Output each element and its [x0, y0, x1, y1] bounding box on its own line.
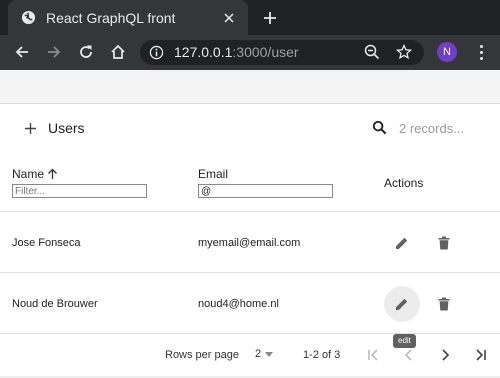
home-icon [111, 44, 125, 59]
edit-button[interactable] [384, 286, 420, 322]
first-page-button[interactable] [363, 346, 383, 364]
info-icon[interactable] [148, 44, 165, 61]
last-page-button[interactable] [471, 346, 491, 364]
reload-icon [80, 45, 92, 58]
browser-tabstrip: React GraphQL front [0, 0, 500, 35]
caret-down-icon [265, 351, 274, 357]
last-page-icon [476, 349, 486, 361]
reload-button[interactable] [74, 40, 98, 64]
new-tab-button[interactable] [258, 6, 282, 30]
zoom-out-icon[interactable] [364, 44, 381, 61]
column-header-email[interactable]: Email [198, 167, 228, 181]
delete-button[interactable] [426, 286, 462, 322]
forward-button[interactable] [42, 40, 66, 64]
arrow-right-icon [48, 46, 61, 58]
column-header-name[interactable]: Name [12, 167, 58, 181]
table-row: Jose Fonseca myemail@email.com [0, 212, 500, 273]
add-user-button[interactable] [22, 120, 38, 136]
trash-icon [438, 236, 450, 250]
globe-icon [20, 10, 36, 26]
table-row: Noud de Brouwer noud4@home.nl [0, 273, 500, 334]
user-name-cell: Jose Fonseca [12, 237, 81, 249]
pencil-icon [396, 237, 408, 249]
rows-per-page-value: 2 [255, 348, 262, 360]
tab-title: React GraphQL front [46, 9, 176, 26]
pagination-bar: Rows per page 2 1-2 of 3 [0, 336, 500, 374]
url-text: 127.0.0.1:3000/user [174, 44, 299, 60]
page-range: 1-2 of 3 [303, 349, 341, 361]
table-header: Name Email Actions [0, 154, 500, 212]
user-name-cell: Noud de Brouwer [12, 298, 98, 310]
name-filter-input[interactable] [12, 184, 147, 198]
first-page-icon [368, 349, 378, 361]
arrow-left-icon [15, 46, 28, 58]
star-icon[interactable] [395, 43, 413, 61]
close-icon[interactable] [218, 7, 240, 29]
search-input[interactable] [399, 118, 487, 138]
profile-avatar[interactable]: N [437, 42, 457, 62]
browser-tab[interactable]: React GraphQL front [8, 0, 248, 35]
edit-button[interactable] [384, 225, 420, 261]
user-email-cell: noud4@home.nl [198, 298, 279, 310]
chevron-left-icon [404, 349, 412, 361]
plus-icon [24, 122, 36, 134]
back-button[interactable] [10, 40, 34, 64]
email-filter-input[interactable] [198, 184, 333, 198]
edit-tooltip: edit [393, 334, 416, 348]
app-bar [0, 70, 500, 104]
chevron-right-icon [442, 349, 450, 361]
trash-icon [438, 297, 450, 311]
table-title: Users [48, 120, 85, 136]
table-toolbar: Users [0, 104, 500, 154]
delete-button[interactable] [426, 225, 462, 261]
address-bar[interactable]: 127.0.0.1:3000/user [140, 40, 424, 65]
column-header-actions: Actions [384, 176, 424, 190]
next-page-button[interactable] [435, 346, 455, 364]
pencil-icon [396, 298, 408, 310]
plus-icon [264, 12, 276, 24]
browser-toolbar: 127.0.0.1:3000/user N [0, 35, 500, 70]
previous-page-button[interactable] [399, 346, 419, 364]
search-icon [372, 120, 388, 136]
browser-menu-button[interactable] [470, 41, 492, 63]
arrow-up-icon [48, 168, 57, 179]
user-email-cell: myemail@email.com [198, 237, 301, 249]
rows-per-page-label: Rows per page [165, 349, 239, 361]
rows-per-page-select[interactable]: 2 [255, 348, 274, 360]
home-button[interactable] [106, 40, 130, 64]
